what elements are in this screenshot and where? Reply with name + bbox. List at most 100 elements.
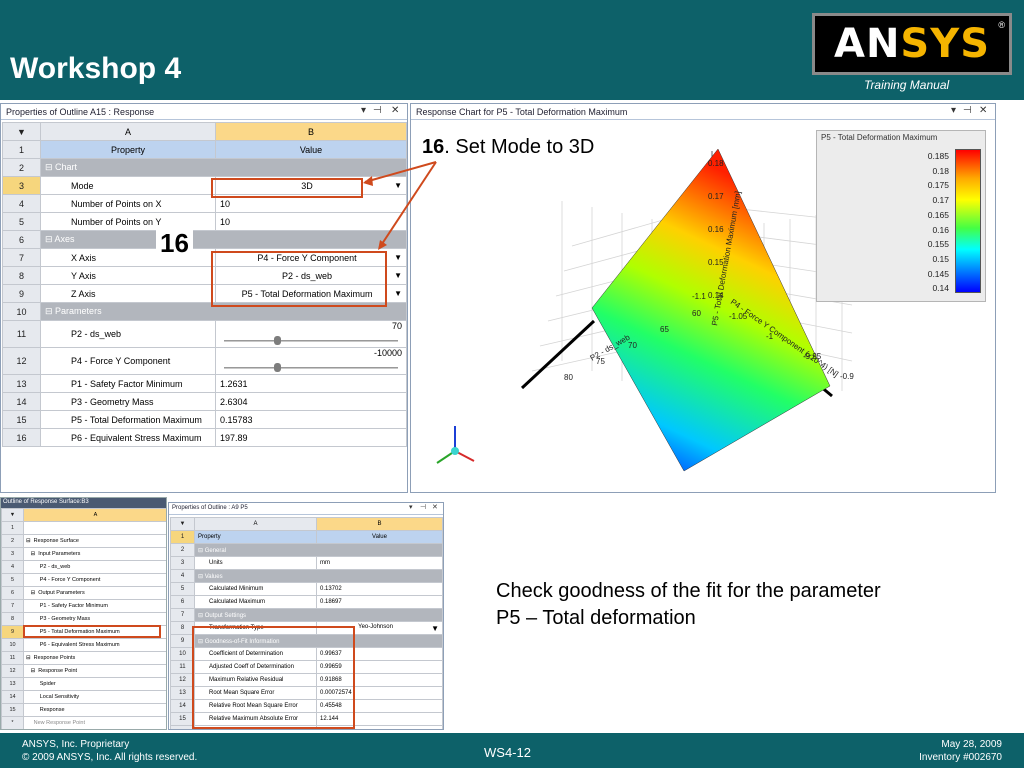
slider-thumb[interactable] — [274, 363, 282, 372]
tree-row[interactable]: 10 P6 - Equivalent Stress Maximum — [1, 638, 166, 652]
outline-response-surface-panel: Outline of Response Surface:B3 ▼ A 1 2 ⊟ R… — [0, 497, 167, 730]
tree-item-label[interactable]: P2 - ds_web — [23, 560, 166, 574]
table-row[interactable]: 2 ⊟ General — [170, 543, 443, 557]
table-header-row: ▼ A — [1, 508, 166, 522]
table-row[interactable]: 4 ⊟ Values — [170, 569, 443, 583]
tree-item-label[interactable]: Response — [23, 703, 166, 717]
tick-label: 65 — [660, 325, 669, 334]
dropdown-arrow-icon[interactable]: ▾ — [361, 105, 366, 116]
chart-panel-title-text: Response Chart for P5 - Total Deformatio… — [416, 107, 628, 117]
table-corner-menu[interactable]: ▼ — [2, 122, 41, 141]
property-value: 0.15783 — [215, 410, 407, 429]
collapse-icon[interactable]: ⊟ — [198, 548, 205, 554]
table-row: 11 P2 - ds_web 70 — [2, 320, 407, 348]
tree-row[interactable]: 3 ⊟ Input Parameters — [1, 547, 166, 561]
table-corner-menu[interactable]: ▼ — [1, 508, 24, 522]
column-header-b: B — [316, 517, 443, 531]
dropdown-arrow-icon[interactable]: ▾ — [951, 105, 956, 116]
tree-item-label[interactable]: New Response Point — [23, 716, 166, 729]
training-manual-label: Training Manual — [864, 78, 950, 92]
section-row-axes[interactable]: 6 ⊟ Axes — [2, 230, 407, 249]
tree-item-label[interactable]: P1 - Safety Factor Minimum — [23, 599, 166, 613]
chevron-down-icon[interactable]: ▼ — [394, 289, 402, 298]
pin-icon[interactable]: ⊣ — [963, 105, 972, 116]
dropdown-arrow-icon[interactable]: ▾ — [409, 503, 413, 511]
tree-row[interactable]: 14 Local Sensitivity — [1, 690, 166, 704]
table-corner-menu[interactable]: ▼ — [170, 517, 195, 531]
tree-row[interactable]: 1 — [1, 521, 166, 535]
properties-panel-title: Properties of Outline A15 : Response ▾ ⊣… — [1, 104, 407, 120]
tree-item-label[interactable]: P6 - Equivalent Stress Maximum — [23, 638, 166, 652]
chevron-down-icon[interactable]: ▼ — [394, 181, 402, 190]
tree-item-label[interactable]: ⊟ Response Point — [23, 664, 166, 678]
close-icon[interactable]: ✕ — [432, 503, 438, 511]
row-number: 1 — [2, 140, 41, 159]
color-legend: P5 - Total Deformation Maximum 0.185 0.18… — [816, 130, 986, 302]
row-number: 12 — [1, 664, 24, 678]
chevron-down-icon[interactable]: ▼ — [394, 271, 402, 280]
tree-item-label[interactable]: Local Sensitivity — [23, 690, 166, 704]
table-row[interactable]: 7 ⊟ Output Settings — [170, 608, 443, 622]
pin-icon[interactable]: ⊣ — [373, 105, 382, 116]
table-row: 1 Property Value — [170, 530, 443, 544]
row-number: 9 — [2, 284, 41, 303]
points-y-input[interactable]: 10 — [215, 212, 407, 231]
legend-tick-label: 0.16 — [932, 224, 949, 235]
tree-item-label[interactable]: P4 - Force Y Component — [23, 573, 166, 587]
tree-item-label[interactable]: ⊟ Response Points — [23, 651, 166, 665]
tree-row[interactable]: 4 P2 - ds_web — [1, 560, 166, 574]
tree-item-label[interactable] — [23, 521, 166, 535]
row-number: 7 — [170, 608, 195, 622]
table-row: 13 P1 - Safety Factor Minimum 1.2631 — [2, 374, 407, 393]
tree-item-label[interactable]: ⊟ Input Parameters — [23, 547, 166, 561]
tree-row[interactable]: 7 P1 - Safety Factor Minimum — [1, 599, 166, 613]
row-number: 12 — [170, 673, 195, 687]
tree-row[interactable]: 2 ⊟ Response Surface — [1, 534, 166, 548]
tree-row[interactable]: 15 Response — [1, 703, 166, 717]
property-label: P4 - Force Y Component — [40, 347, 216, 375]
section-axes[interactable]: ⊟ Axes — [40, 230, 407, 249]
chevron-down-icon[interactable]: ▼ — [431, 624, 439, 633]
legend-tick-label: 0.185 — [927, 151, 949, 161]
table-row: 6 Calculated Maximum 0.18697 — [170, 595, 443, 609]
section-header[interactable]: ⊟ Values — [194, 569, 443, 583]
collapse-icon[interactable]: ⊟ — [45, 162, 55, 172]
step-16-callout: 16 — [156, 228, 193, 259]
collapse-icon[interactable]: ⊟ — [198, 613, 205, 619]
slider-thumb[interactable] — [274, 336, 282, 345]
tree-item-label[interactable]: ⊟ Output Parameters — [23, 586, 166, 600]
tree-row[interactable]: 13 Spider — [1, 677, 166, 691]
section-header[interactable]: ⊟ Output Settings — [194, 608, 443, 622]
section-chart[interactable]: ⊟ Chart — [40, 158, 407, 177]
tree-row[interactable]: 6 ⊟ Output Parameters — [1, 586, 166, 600]
section-row-chart[interactable]: 2 ⊟ Chart — [2, 158, 407, 177]
collapse-icon[interactable]: ⊟ — [198, 574, 205, 580]
p2-slider[interactable] — [220, 335, 402, 347]
property-label: P5 - Total Deformation Maximum — [40, 410, 216, 429]
tree-row[interactable]: 5 P4 - Force Y Component — [1, 573, 166, 587]
transformation-value: Yeo-Johnson — [358, 623, 393, 630]
slide-title: Workshop 4 — [10, 52, 182, 85]
row-number: 5 — [2, 212, 41, 231]
tree-item-label[interactable]: Spider — [23, 677, 166, 691]
tree-item-label[interactable]: ⊟ Response Surface — [23, 534, 166, 548]
tree-row[interactable]: 11 ⊟ Response Points — [1, 651, 166, 665]
tree-row[interactable]: 12 ⊟ Response Point — [1, 664, 166, 678]
pin-icon[interactable]: ⊣ — [420, 503, 426, 511]
p4-slider[interactable] — [220, 362, 402, 374]
table-row: 15 P5 - Total Deformation Maximum 0.1578… — [2, 410, 407, 429]
section-header[interactable]: ⊟ General — [194, 543, 443, 557]
tree-row[interactable]: * New Response Point — [1, 716, 166, 729]
close-icon[interactable]: ✕ — [979, 105, 987, 116]
collapse-icon[interactable]: ⊟ — [45, 234, 55, 244]
collapse-icon[interactable]: ⊟ — [45, 306, 55, 316]
row-number: 4 — [2, 194, 41, 213]
tree-item-label[interactable]: P3 - Geometry Mass — [23, 612, 166, 626]
tree-row[interactable]: 8 P3 - Geometry Mass — [1, 612, 166, 626]
row-number: 11 — [1, 651, 24, 665]
row-number: 3 — [1, 547, 24, 561]
chevron-down-icon[interactable]: ▼ — [394, 253, 402, 262]
close-icon[interactable]: ✕ — [391, 105, 399, 116]
property-value: 2.6304 — [215, 392, 407, 411]
property-value: 197.89 — [215, 428, 407, 447]
